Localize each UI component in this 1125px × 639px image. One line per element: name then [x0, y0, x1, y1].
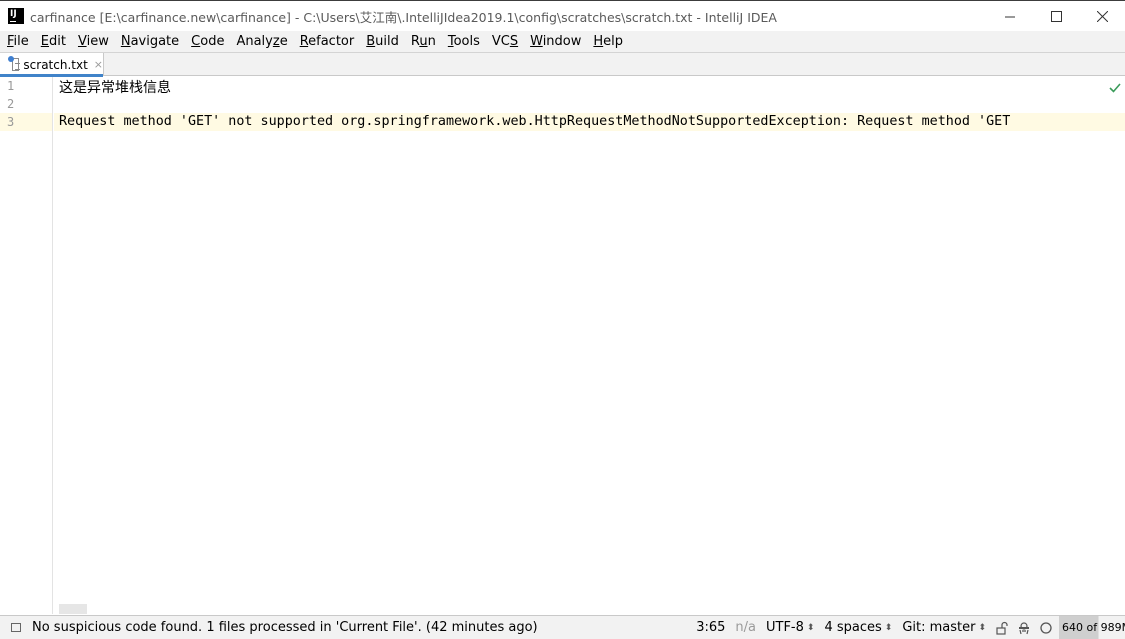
menu-view[interactable]: View	[72, 31, 115, 53]
menu-window[interactable]: Window	[524, 31, 587, 53]
menu-help[interactable]: Help	[587, 31, 629, 53]
window-title: carfinance [E:\carfinance.new\carfinance…	[30, 9, 777, 25]
caret-position[interactable]: 3:65	[691, 620, 730, 635]
line-number: 2	[7, 97, 15, 111]
menu-bar: File Edit View Navigate Code Analyze Ref…	[0, 31, 1125, 53]
horizontal-scrollbar-thumb[interactable]	[59, 604, 87, 614]
line-number: 1	[7, 79, 15, 93]
maximize-icon	[1050, 10, 1062, 22]
indent-setting[interactable]: 4 spaces ⬍	[819, 620, 897, 635]
git-branch[interactable]: Git: master ⬍	[897, 620, 991, 635]
tab-scratch-txt[interactable]: scratch.txt ×	[0, 53, 104, 77]
close-icon	[1096, 10, 1108, 22]
menu-tools[interactable]: Tools	[442, 31, 486, 53]
tab-close-icon[interactable]: ×	[94, 58, 103, 71]
maximize-button[interactable]	[1033, 1, 1079, 31]
status-bar: No suspicious code found. 1 files proces…	[0, 615, 1125, 639]
line-number-gutter[interactable]: 1 2 3	[0, 77, 53, 614]
minimize-button[interactable]	[987, 1, 1033, 31]
menu-code[interactable]: Code	[185, 31, 230, 53]
updown-arrows-icon: ⬍	[978, 622, 986, 633]
inspection-ok-check-icon[interactable]	[1109, 82, 1121, 94]
unlock-icon[interactable]	[995, 621, 1009, 635]
menu-refactor[interactable]: Refactor	[294, 31, 361, 53]
code-line-3[interactable]: Request method 'GET' not supported org.s…	[59, 114, 1010, 129]
search-icon[interactable]	[1039, 621, 1053, 635]
text-file-icon	[8, 56, 20, 71]
menu-build[interactable]: Build	[360, 31, 405, 53]
editor-tab-bar: scratch.txt ×	[0, 53, 1125, 77]
line-number: 3	[7, 115, 15, 129]
title-bar: IJ carfinance [E:\carfinance.new\carfina…	[0, 0, 1125, 31]
menu-file[interactable]: File	[0, 31, 35, 53]
tool-window-toggle-icon[interactable]	[11, 623, 21, 632]
menu-vcs[interactable]: VCS	[486, 31, 524, 53]
minimize-icon	[1004, 16, 1015, 17]
close-window-button[interactable]	[1079, 1, 1125, 31]
hector-inspector-icon[interactable]	[1017, 621, 1031, 635]
intellij-app-icon[interactable]: IJ	[8, 8, 24, 24]
menu-edit[interactable]: Edit	[35, 31, 72, 53]
updown-arrows-icon: ⬍	[884, 622, 893, 633]
code-editor[interactable]: 这是异常堆栈信息 Request method 'GET' not suppor…	[54, 77, 1125, 614]
updown-arrows-icon: ⬍	[806, 622, 815, 633]
menu-navigate[interactable]: Navigate	[115, 31, 185, 53]
tab-label: scratch.txt	[23, 57, 88, 72]
file-encoding[interactable]: UTF-8 ⬍	[761, 620, 819, 635]
menu-run[interactable]: Run	[405, 31, 442, 53]
line-separator[interactable]: n/a	[730, 620, 761, 635]
status-message[interactable]: No suspicious code found. 1 files proces…	[32, 620, 691, 635]
code-line-1[interactable]: 这是异常堆栈信息	[59, 77, 171, 97]
menu-analyze[interactable]: Analyze	[230, 31, 293, 53]
memory-indicator[interactable]: 640 of 989M	[1059, 616, 1125, 639]
